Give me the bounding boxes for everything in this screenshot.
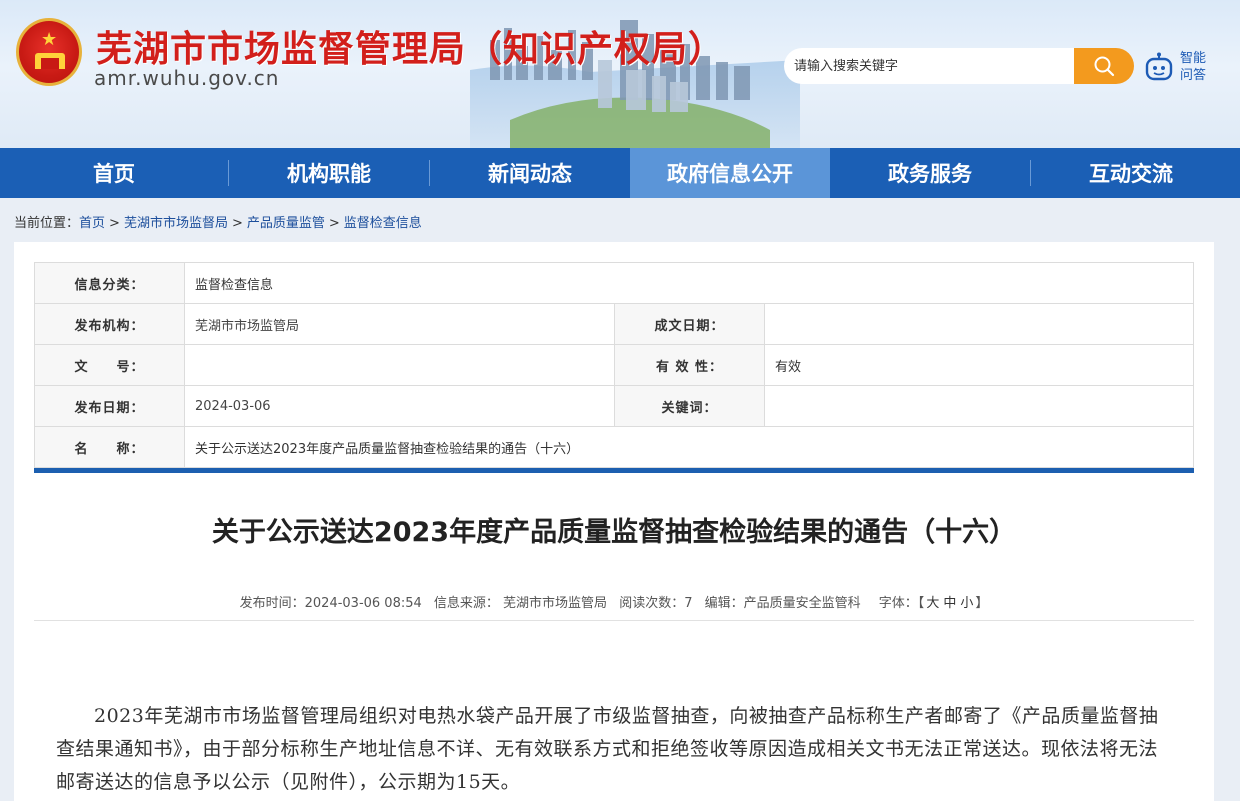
- info-table: 信息分类： 监督检查信息 发布机构： 芜湖市市场监管局 成文日期： 文 号： 有…: [34, 262, 1194, 468]
- search-box: [784, 48, 1074, 84]
- editor: 编辑：产品质量安全监管科: [704, 596, 861, 611]
- font-large-button[interactable]: 大: [926, 596, 939, 611]
- keywords-label: 关键词：: [614, 385, 765, 427]
- info-source: 信息来源： 芜湖市市场监管局: [433, 596, 608, 611]
- meta-divider: [34, 620, 1194, 621]
- org-value: 芜湖市市场监管局: [184, 303, 615, 345]
- nav-gov-info[interactable]: 政府信息公开: [630, 148, 830, 198]
- category-value: 监督检查信息: [184, 262, 1194, 304]
- name-label: 名 称：: [34, 426, 185, 468]
- font-medium-button[interactable]: 中: [943, 596, 956, 611]
- main-nav: 首页 机构职能 新闻动态 政府信息公开 政务服务 互动交流: [0, 148, 1240, 198]
- validity-label: 有 效 性：: [614, 344, 765, 386]
- publish-time: 发布时间：2024-03-06 08:54: [239, 596, 422, 611]
- breadcrumb-sep: >: [328, 216, 340, 231]
- doc-date-label: 成文日期：: [614, 303, 765, 345]
- table-row: 发布日期： 2024-03-06 关键词：: [34, 385, 1194, 427]
- site-title: 芜湖市市场监督管理局（知识产权局）: [96, 29, 726, 70]
- robot-icon[interactable]: [1144, 52, 1174, 82]
- table-row: 信息分类： 监督检查信息: [34, 262, 1194, 304]
- site-header: ★ 芜湖市市场监督管理局（知识产权局） amr.wuhu.gov.cn 智能问答: [0, 0, 1240, 148]
- doc-date-value: [764, 303, 1194, 345]
- pub-date-label: 发布日期：: [34, 385, 185, 427]
- nav-home[interactable]: 首页: [0, 148, 228, 198]
- breadcrumb-quality[interactable]: 产品质量监管: [247, 216, 325, 231]
- breadcrumb-bureau[interactable]: 芜湖市市场监督局: [124, 216, 228, 231]
- nav-services[interactable]: 政务服务: [830, 148, 1030, 198]
- keywords-value: [764, 385, 1194, 427]
- ai-qa-link[interactable]: 智能问答: [1180, 50, 1214, 84]
- breadcrumb-sep: >: [109, 216, 120, 231]
- article-title: 关于公示送达2023年度产品质量监督抽查检验结果的通告（十六）: [211, 517, 1017, 548]
- table-row: 文 号： 有 效 性： 有效: [34, 344, 1194, 386]
- font-bracket: 【: [917, 596, 925, 611]
- search-input[interactable]: [794, 48, 1072, 84]
- breadcrumb-prefix: 当前位置：: [14, 216, 80, 231]
- article-body: 2023年芜湖市市场监督管理局组织对电热水袋产品开展了市级监督抽查，向被抽查产品…: [56, 705, 1159, 793]
- table-row: 名 称： 关于公示送达2023年度产品质量监督抽查检验结果的通告（十六）: [34, 426, 1194, 468]
- doc-no-label: 文 号：: [34, 344, 185, 386]
- search-button[interactable]: [1074, 48, 1134, 84]
- national-emblem-icon: ★: [16, 18, 82, 86]
- table-row: 发布机构： 芜湖市市场监管局 成文日期：: [34, 303, 1194, 345]
- breadcrumb-home[interactable]: 首页: [79, 216, 105, 231]
- validity-value: 有效: [764, 344, 1194, 386]
- breadcrumb-sep: >: [231, 216, 243, 231]
- table-bottom-bar: [34, 468, 1194, 473]
- breadcrumb: 当前位置：首页 > 芜湖市市场监督局 > 产品质量监管 > 监督检查信息: [14, 212, 422, 231]
- nav-functions[interactable]: 机构职能: [229, 148, 429, 198]
- nav-interaction[interactable]: 互动交流: [1031, 148, 1231, 198]
- font-size-label: 字体：: [878, 596, 918, 611]
- site-domain: amr.wuhu.gov.cn: [94, 66, 280, 90]
- content-card: 信息分类： 监督检查信息 发布机构： 芜湖市市场监管局 成文日期： 文 号： 有…: [14, 242, 1214, 801]
- read-count: 阅读次数：7: [619, 596, 693, 611]
- doc-no-value: [184, 344, 615, 386]
- magnifier-icon: [1094, 56, 1115, 77]
- name-value: 关于公示送达2023年度产品质量监督抽查检验结果的通告（十六）: [184, 426, 1194, 468]
- pub-date-value: 2024-03-06: [184, 385, 615, 427]
- nav-news[interactable]: 新闻动态: [430, 148, 630, 198]
- font-size-control: 字体：【大中小】: [873, 596, 989, 611]
- font-bracket: 】: [975, 596, 989, 611]
- breadcrumb-inspection[interactable]: 监督检查信息: [344, 216, 422, 231]
- category-label: 信息分类：: [34, 262, 185, 304]
- article-meta: 发布时间：2024-03-06 08:54 信息来源： 芜湖市市场监管局 阅读次…: [34, 592, 1194, 611]
- org-label: 发布机构：: [34, 303, 185, 345]
- font-small-button[interactable]: 小: [960, 596, 973, 611]
